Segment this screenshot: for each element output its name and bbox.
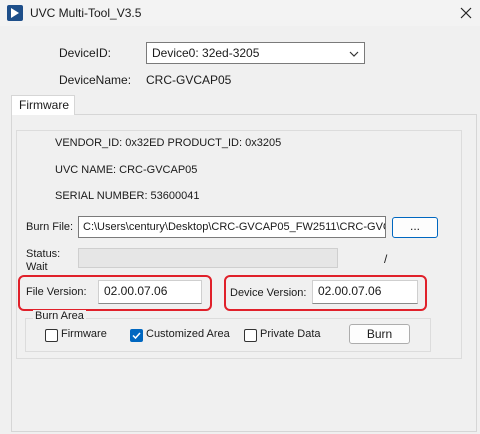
device-id-value: Device0: 32ed-3205 (152, 46, 260, 60)
burn-file-label: Burn File: (26, 221, 74, 233)
firmware-checkbox[interactable] (45, 329, 58, 342)
close-icon (460, 7, 472, 19)
browse-button[interactable]: ... (392, 217, 438, 238)
tab-firmware-label: Firmware (19, 98, 69, 112)
status-slash: / (384, 252, 388, 266)
tab-firmware[interactable]: Firmware (11, 95, 75, 115)
chevron-down-icon (349, 48, 359, 62)
burn-file-input[interactable]: C:\Users\century\Desktop\CRC-GVCAP05_FW2… (78, 216, 386, 238)
file-version-label: File Version: (26, 286, 87, 298)
status-label: Status: (26, 248, 61, 260)
burn-button[interactable]: Burn (349, 324, 410, 344)
close-button[interactable] (452, 1, 480, 25)
firmware-checkbox-label: Firmware (61, 328, 107, 340)
private-data-checkbox-label: Private Data (260, 328, 321, 340)
device-name-label: DeviceName: (59, 73, 132, 87)
progress-bar (78, 248, 338, 268)
customized-area-checkbox-label: Customized Area (146, 328, 230, 340)
status-value: Wait (26, 261, 48, 273)
uvc-name-info: UVC NAME: CRC-GVCAP05 (55, 164, 198, 176)
burn-file-path: C:\Users\century\Desktop\CRC-GVCAP05_FW2… (83, 221, 386, 233)
device-version-label: Device Version: (230, 287, 307, 299)
app-icon (7, 5, 23, 21)
device-id-select[interactable]: Device0: 32ed-3205 (146, 42, 365, 64)
file-version-field[interactable]: 02.00.07.06 (98, 280, 202, 304)
device-name-value: CRC-GVCAP05 (146, 73, 232, 87)
checkmark-icon (132, 332, 141, 340)
customized-area-checkbox[interactable] (130, 329, 143, 342)
vendor-product-info: VENDOR_ID: 0x32ED PRODUCT_ID: 0x3205 (55, 137, 282, 149)
device-version-field[interactable]: 02.00.07.06 (312, 280, 418, 304)
serial-number-info: SERIAL NUMBER: 53600041 (55, 190, 200, 202)
window-title: UVC Multi-Tool_V3.5 (30, 6, 142, 20)
burn-area-title: Burn Area (33, 310, 86, 322)
device-id-label: DeviceID: (59, 46, 112, 60)
private-data-checkbox[interactable] (244, 329, 257, 342)
